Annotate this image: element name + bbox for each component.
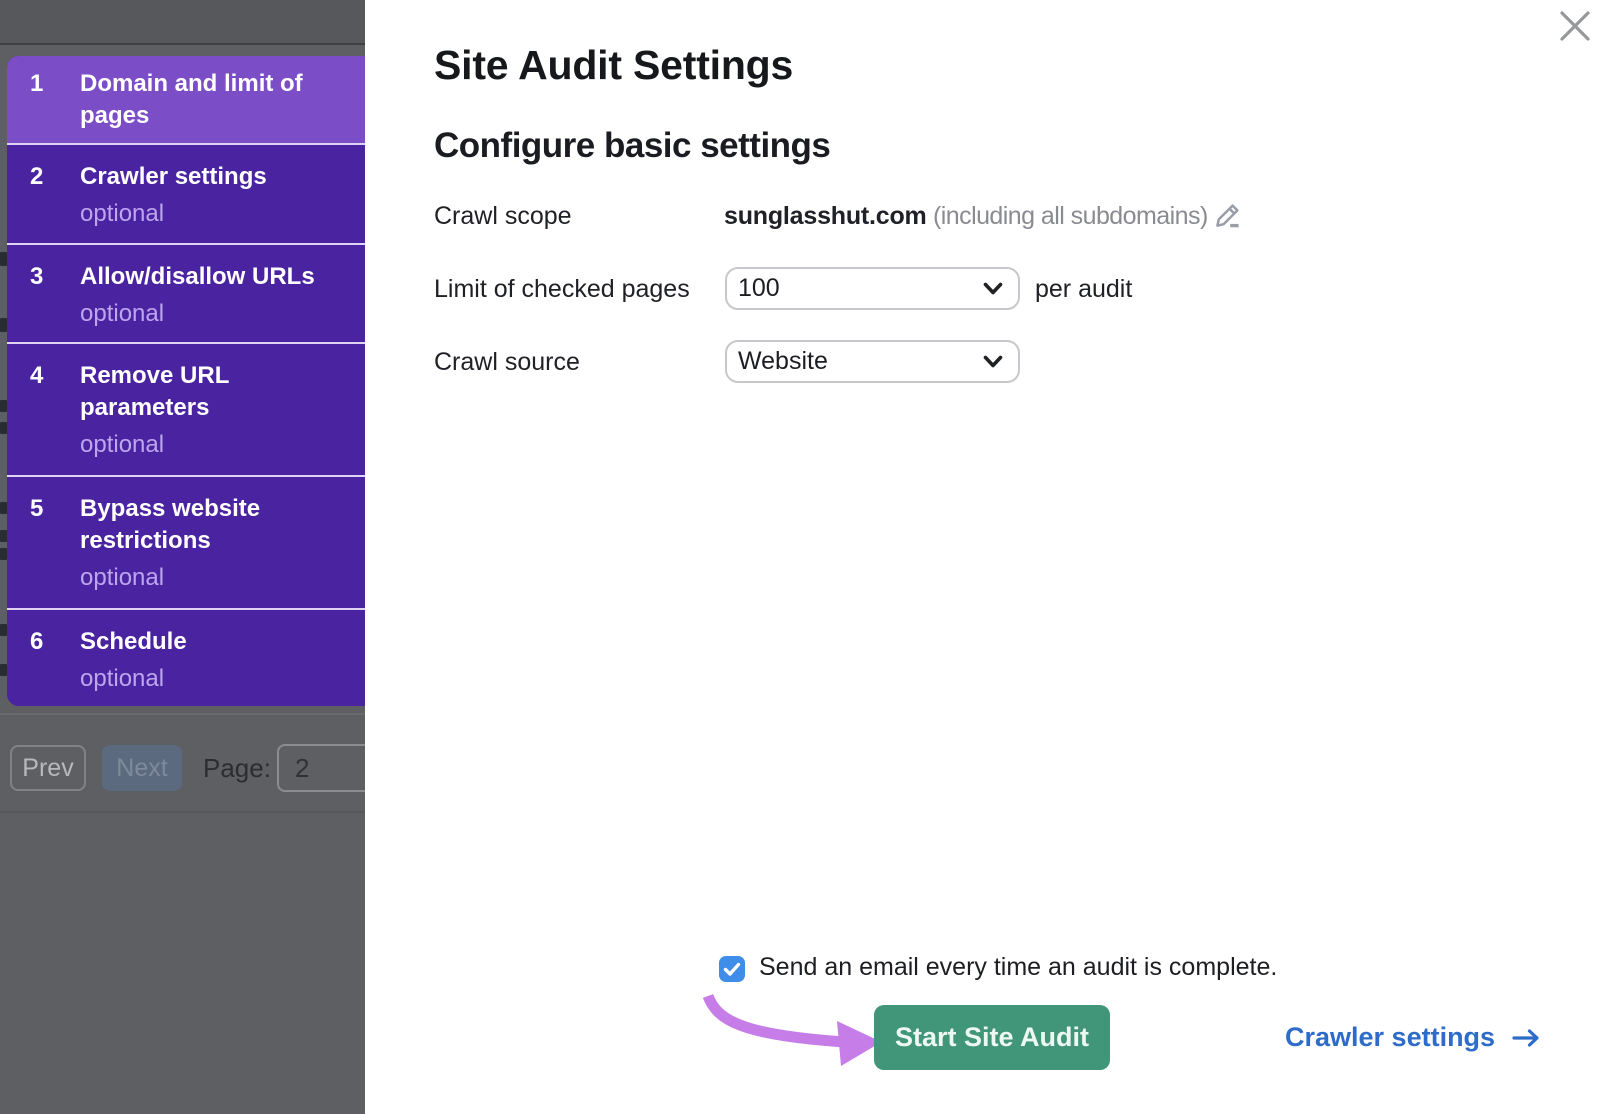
backdrop-line — [0, 713, 365, 715]
backdrop-text-fragment — [0, 530, 7, 542]
per-audit-suffix: per audit — [1035, 275, 1132, 304]
next-button[interactable]: Next — [102, 745, 182, 791]
chevron-down-icon — [983, 355, 1003, 369]
crawl-scope-domain: sunglasshut.com — [724, 202, 927, 230]
page-label: Page: — [203, 753, 271, 784]
backdrop-text-fragment — [0, 422, 7, 434]
background-pagination: Prev Next Page: 2 — [0, 744, 365, 792]
source-label: Crawl source — [434, 348, 580, 377]
step-title: Bypass website restrictions — [80, 493, 353, 557]
backdrop-line2 — [0, 811, 365, 813]
chevron-down-icon — [983, 282, 1003, 296]
step-item-5[interactable]: 5 Bypass website restrictions optional — [7, 477, 365, 608]
step-title: Schedule — [80, 626, 353, 658]
step-optional-label: optional — [80, 298, 353, 330]
step-optional-label: optional — [80, 198, 353, 230]
site-audit-settings-modal: Site Audit Settings Configure basic sett… — [365, 0, 1600, 1114]
step-optional-label: optional — [80, 429, 353, 461]
step-item-6[interactable]: 6 Schedule optional — [7, 610, 365, 706]
limit-dropdown-value: 100 — [738, 274, 780, 302]
source-dropdown-value: Website — [738, 347, 828, 375]
start-site-audit-button[interactable]: Start Site Audit — [874, 1005, 1110, 1070]
crawl-scope-row: Crawl scope sunglasshut.com (including a… — [365, 202, 1600, 234]
step-number: 3 — [30, 261, 70, 293]
backdrop-divider — [0, 43, 365, 45]
section-heading: Configure basic settings — [434, 126, 830, 166]
limit-dropdown[interactable]: 100 — [725, 267, 1020, 310]
close-icon[interactable] — [1560, 11, 1590, 41]
right-arrow-icon — [1512, 1028, 1540, 1048]
backdrop-text-fragment — [0, 624, 7, 636]
limit-label: Limit of checked pages — [434, 275, 690, 304]
step-number: 1 — [30, 68, 70, 100]
step-item-3[interactable]: 3 Allow/disallow URLs optional — [7, 245, 365, 342]
wizard-steps-rail: 1 Domain and limit of pages 2 Crawler setti… — [7, 56, 365, 706]
prev-button[interactable]: Prev — [10, 745, 86, 791]
backdrop-text-fragment — [0, 502, 7, 514]
step-item-4[interactable]: 4 Remove URL parameters optional — [7, 344, 365, 475]
step-number: 4 — [30, 360, 70, 392]
backdrop-text-fragment — [0, 252, 7, 266]
crawler-settings-link[interactable]: Crawler settings — [1285, 1022, 1495, 1053]
step-optional-label: optional — [80, 562, 353, 594]
crawl-scope-label: Crawl scope — [434, 202, 572, 231]
edit-pencil-icon[interactable] — [1214, 202, 1241, 229]
step-number: 5 — [30, 493, 70, 525]
source-dropdown[interactable]: Website — [725, 340, 1020, 383]
backdrop-top-band — [0, 0, 365, 43]
crawl-scope-value: sunglasshut.com (including all subdomain… — [724, 202, 1208, 231]
step-optional-label: optional — [80, 663, 353, 695]
backdrop-text-fragment — [0, 318, 7, 332]
crawl-scope-note: (including all subdomains) — [927, 202, 1208, 230]
screenshot-canvas: Prev Next Page: 2 Site Audit Settings Co… — [0, 0, 1600, 1114]
email-checkbox-label: Send an email every time an audit is com… — [759, 953, 1277, 982]
step-title: Remove URL parameters — [80, 360, 353, 424]
modal-title: Site Audit Settings — [434, 42, 793, 89]
step-number: 2 — [30, 161, 70, 193]
backdrop-text-fragment — [0, 548, 7, 560]
step-title: Allow/disallow URLs — [80, 261, 353, 293]
step-item-2[interactable]: 2 Crawler settings optional — [7, 145, 365, 243]
checkmark-icon — [719, 956, 745, 982]
backdrop-text-fragment — [0, 664, 7, 676]
email-checkbox[interactable] — [719, 956, 745, 982]
step-item-1[interactable]: 1 Domain and limit of pages — [7, 56, 365, 143]
step-number: 6 — [30, 626, 70, 658]
backdrop-text-fragment — [0, 400, 7, 412]
step-title: Crawler settings — [80, 161, 353, 193]
step-title: Domain and limit of pages — [80, 68, 353, 132]
